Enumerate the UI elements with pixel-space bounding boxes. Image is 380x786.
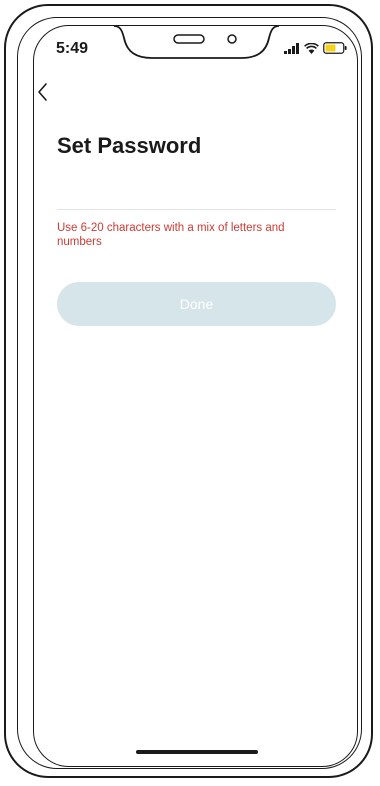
battery-icon xyxy=(323,42,347,54)
status-icons xyxy=(284,42,347,54)
phone-screen: 5:49 Set Password Use 6-20 characters wi… xyxy=(33,25,358,767)
password-field[interactable] xyxy=(57,180,336,210)
signal-icon xyxy=(284,42,299,54)
page-title: Set Password xyxy=(57,133,202,158)
back-chevron-icon[interactable] xyxy=(36,81,50,103)
password-hint: Use 6-20 characters with a mix of letter… xyxy=(57,222,285,248)
done-button[interactable]: Done xyxy=(57,282,336,326)
status-time: 5:49 xyxy=(56,40,89,57)
wifi-icon xyxy=(304,42,319,54)
home-indicator[interactable] xyxy=(136,750,258,754)
